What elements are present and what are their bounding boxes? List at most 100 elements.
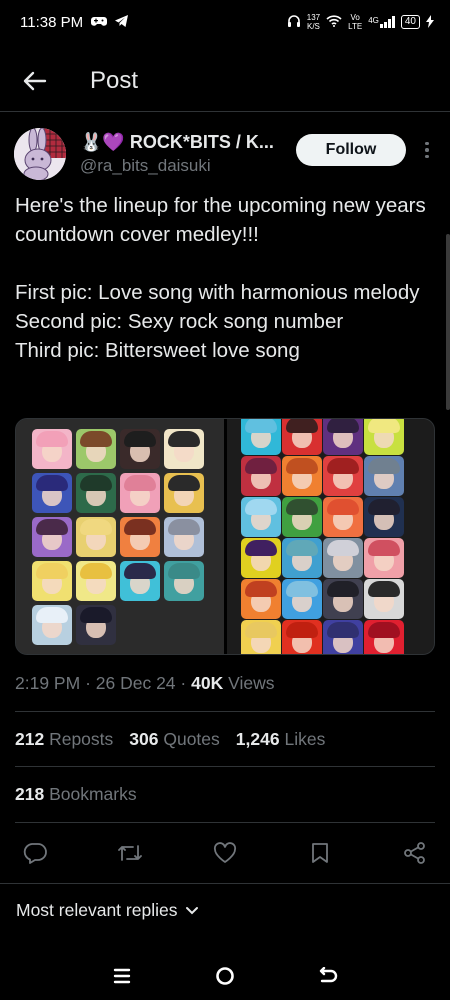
character-icon-tile: [241, 419, 281, 455]
reply-button[interactable]: [20, 838, 50, 868]
character-icon-tile: [364, 538, 404, 578]
home-circle-icon: [216, 967, 234, 985]
author-row: 🐰💜 ROCK*BITS / K... @ra_bits_daisuki Fol…: [14, 128, 436, 184]
system-nav-bar: [0, 952, 450, 1000]
header: Post: [0, 50, 450, 112]
character-icon-tile: [32, 561, 72, 601]
character-icon-tile: [282, 497, 322, 537]
author-display-name[interactable]: 🐰💜 ROCK*BITS / K...: [80, 132, 276, 153]
character-icon-tile: [241, 456, 281, 496]
quotes-count: 306: [129, 729, 159, 749]
character-icon-tile: [76, 605, 116, 645]
more-options-button[interactable]: [418, 136, 436, 164]
telegram-icon: [115, 14, 129, 31]
character-icon-tile: [76, 561, 116, 601]
divider: [0, 883, 450, 884]
character-icon-tile: [323, 419, 363, 455]
character-icon-tile: [323, 538, 363, 578]
character-icon-tile: [120, 473, 160, 513]
character-icon-tile: [364, 497, 404, 537]
character-icon-tile: [282, 456, 322, 496]
action-bar: [20, 836, 430, 870]
character-icon-tile: [241, 497, 281, 537]
bookmarks-stat[interactable]: 218 Bookmarks: [15, 784, 137, 805]
character-icon-tile: [120, 429, 160, 469]
like-button[interactable]: [210, 838, 240, 868]
bookmark-button[interactable]: [305, 838, 335, 868]
replies-sort-dropdown[interactable]: Most relevant replies: [16, 900, 199, 921]
divider: [15, 822, 435, 823]
media-image-2[interactable]: [227, 419, 434, 654]
character-icon-tile: [323, 620, 363, 654]
views-count: 40K: [191, 673, 224, 693]
back-nav-button[interactable]: [308, 956, 348, 996]
signal-icon: [379, 16, 395, 28]
status-time: 11:38 PM: [20, 13, 84, 31]
quotes-stat[interactable]: 306 Quotes: [129, 729, 220, 750]
character-icon-tile: [282, 620, 322, 654]
character-icon-tile: [164, 517, 204, 557]
reposts-stat[interactable]: 212 Reposts: [15, 729, 113, 750]
character-icon-tile: [120, 517, 160, 557]
back-arrow-icon: [23, 71, 47, 90]
character-icon-tile: [32, 605, 72, 645]
character-icon-tile: [364, 419, 404, 455]
page-title: Post: [90, 66, 139, 94]
net-speed-unit: K/S: [306, 22, 320, 31]
tweet-text: Here's the lineup for the upcoming new y…: [15, 191, 432, 365]
likes-label: Likes: [284, 729, 326, 749]
quotes-label: Quotes: [163, 729, 220, 749]
likes-stat[interactable]: 1,246 Likes: [236, 729, 326, 750]
media-image-1[interactable]: [16, 419, 224, 654]
back-button[interactable]: [0, 50, 70, 112]
reply-icon: [23, 843, 47, 864]
tweet-line: Third pic: Bittersweet love song: [15, 339, 300, 362]
avatar[interactable]: [14, 128, 66, 180]
share-icon: [404, 842, 425, 864]
character-icon-tile: [364, 579, 404, 619]
cell-signal: 4G: [368, 16, 395, 28]
character-icon-tile: [32, 517, 72, 557]
headphones-icon: [287, 14, 301, 30]
follow-button[interactable]: Follow: [296, 134, 406, 166]
home-button[interactable]: [205, 956, 245, 996]
reposts-label: Reposts: [49, 729, 114, 749]
volte-top: Vo: [350, 13, 360, 22]
volte-bottom: LTE: [348, 22, 363, 31]
engagement-stats: 212 Reposts 306 Quotes 1,246 Likes: [15, 729, 325, 750]
tweet-time: 2:19 PM: [15, 673, 81, 693]
character-icon-tile: [241, 579, 281, 619]
menu-icon: [113, 968, 130, 984]
tweet-line: Here's the lineup for the upcoming new y…: [15, 194, 426, 246]
bunny-avatar-icon: [14, 128, 66, 180]
net-speed: 137 K/S: [307, 13, 320, 31]
character-icon-tile: [364, 620, 404, 654]
divider: [15, 766, 435, 767]
character-icon-tile: [76, 473, 116, 513]
character-icon-tile: [76, 517, 116, 557]
bookmark-icon: [312, 843, 328, 863]
character-icon-tile: [282, 419, 322, 455]
character-icon-tile: [164, 429, 204, 469]
share-button[interactable]: [400, 838, 430, 868]
recents-button[interactable]: [102, 956, 142, 996]
charging-icon: [426, 14, 434, 30]
bookmarks-count: 218: [15, 784, 45, 804]
battery-icon: 40: [400, 15, 420, 29]
character-icon-tile: [364, 456, 404, 496]
back-nav-icon: [320, 967, 338, 983]
character-icon-tile: [282, 538, 322, 578]
tweet-date: 26 Dec 24: [95, 673, 176, 693]
character-icon-tile: [323, 579, 363, 619]
divider: [15, 711, 435, 712]
repost-icon: [118, 845, 142, 861]
tweet-meta: 2:19 PM · 26 Dec 24 · 40K Views: [15, 673, 274, 694]
status-bar: 11:38 PM 137 K/S Vo LTE 4G 40: [0, 0, 450, 44]
character-icon-tile: [241, 538, 281, 578]
meta-separator: ·: [180, 673, 187, 693]
reposts-count: 212: [15, 729, 45, 749]
scrollbar[interactable]: [446, 234, 450, 410]
tweet-media[interactable]: [15, 418, 435, 655]
repost-button[interactable]: [115, 838, 145, 868]
more-dot-icon: [425, 141, 429, 146]
